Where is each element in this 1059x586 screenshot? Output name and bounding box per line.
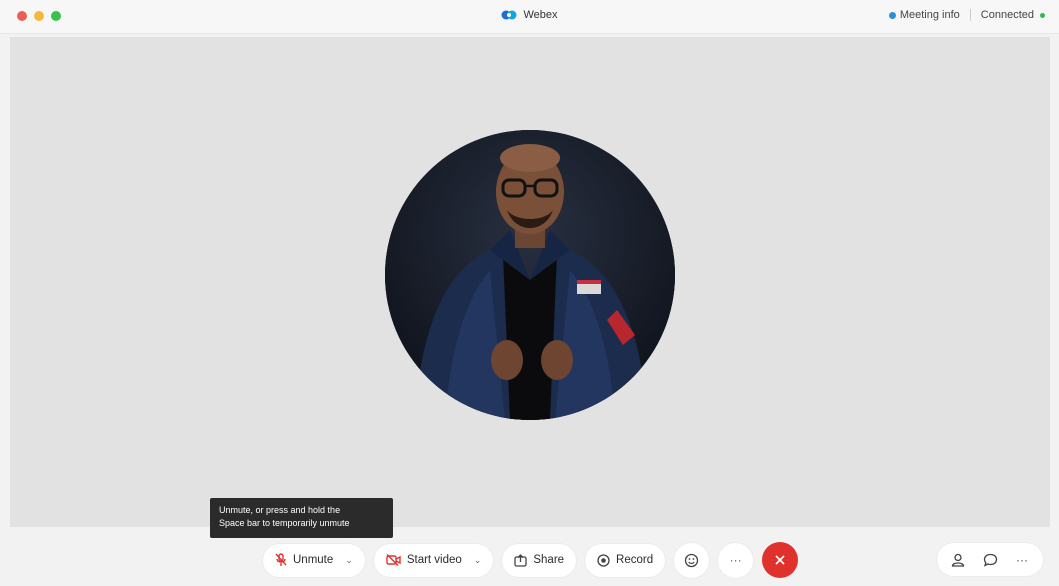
connected-dot-icon <box>1040 12 1045 18</box>
record-button[interactable]: Record <box>585 543 666 577</box>
connection-status-label: Connected <box>980 9 1034 21</box>
unmute-button[interactable]: Unmute ⌄ <box>263 543 365 577</box>
divider <box>969 9 971 21</box>
top-right-status: Meeting info Connected <box>888 9 1045 21</box>
chevron-down-icon[interactable]: ⌄ <box>474 555 482 566</box>
meeting-controls: Unmute ⌄ Start video ⌄ Share Record ··· <box>263 542 799 578</box>
tooltip-line-1: Unmute, or press and hold the <box>219 505 341 515</box>
start-video-button[interactable]: Start video ⌄ <box>373 543 494 577</box>
tooltip-line-2: Space bar to temporarily unmute <box>219 518 350 528</box>
connection-status: Connected <box>981 9 1045 21</box>
share-button[interactable]: Share <box>502 543 577 577</box>
webex-logo-icon <box>501 9 517 21</box>
more-button[interactable]: ··· <box>718 542 754 578</box>
video-stage <box>10 37 1050 527</box>
info-icon <box>888 11 896 19</box>
chevron-down-icon[interactable]: ⌄ <box>345 555 353 566</box>
webex-meeting-window: Webex Meeting info Connected Unmute, or … <box>0 0 1059 586</box>
share-label: Share <box>533 554 565 566</box>
end-call-button[interactable] <box>762 542 799 578</box>
meeting-info-button[interactable]: Meeting info <box>888 9 960 21</box>
participant-avatar <box>385 130 675 420</box>
record-label: Record <box>616 554 654 566</box>
more-options-icon[interactable]: ··· <box>1013 551 1031 569</box>
reactions-icon <box>684 553 699 568</box>
meeting-info-label: Meeting info <box>899 9 960 21</box>
unmute-tooltip: Unmute, or press and hold the Space bar … <box>210 498 393 538</box>
video-off-icon <box>386 554 401 566</box>
participants-icon[interactable] <box>949 551 967 569</box>
panel-controls: ··· <box>937 543 1043 576</box>
app-title-text: Webex <box>523 9 558 21</box>
more-icon: ··· <box>729 553 742 567</box>
reactions-button[interactable] <box>674 542 710 578</box>
title-bar: Webex Meeting info Connected <box>0 0 1059 34</box>
unmute-label: Unmute <box>293 554 334 566</box>
end-call-icon <box>774 554 786 566</box>
microphone-muted-icon <box>275 553 287 567</box>
start-video-label: Start video <box>406 554 462 566</box>
record-icon <box>597 553 610 567</box>
share-icon <box>514 553 528 567</box>
chat-icon[interactable] <box>981 551 999 569</box>
